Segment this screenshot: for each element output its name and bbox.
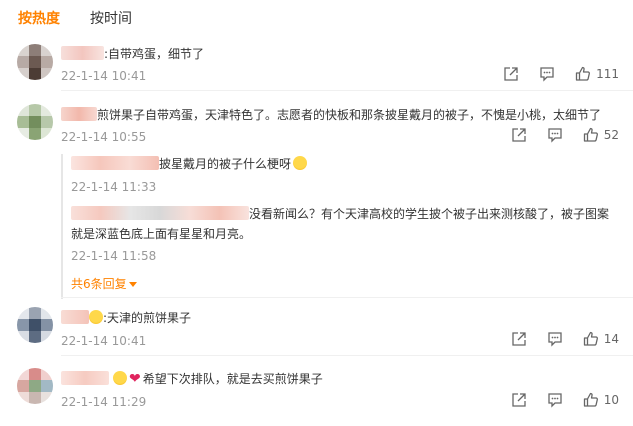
comment-item: :自带鸡蛋，细节了 22-1-14 10:41 111 [0, 40, 633, 90]
comment-item: 煎饼果子自带鸡蛋，天津特色了。志愿者的快板和那条披星戴月的被子，不愧是小桃，太细… [0, 102, 633, 299]
share-icon [512, 128, 526, 142]
like-icon [583, 331, 598, 346]
divider [61, 297, 633, 298]
username-blurred[interactable] [61, 310, 89, 324]
username-blurred[interactable] [71, 206, 249, 220]
more-replies-link[interactable]: 共6条回复 [71, 275, 137, 292]
like-icon [575, 66, 591, 81]
comment-icon [548, 393, 562, 408]
avatar[interactable] [17, 44, 53, 80]
comment-actions: 14 [511, 331, 619, 347]
comment-time: 22-1-14 11:29 [61, 395, 147, 409]
lol-emoji [89, 310, 103, 324]
like-icon [583, 127, 598, 142]
like-button[interactable]: 111 [575, 66, 619, 82]
comment-content: ❤ 希望下次排队，就是去买煎饼果子 [61, 371, 323, 387]
comment-item: :天津的煎饼果子 22-1-14 10:41 14 [0, 305, 633, 355]
comment-text: :自带鸡蛋，细节了 [104, 47, 205, 61]
comment-time: 22-1-14 10:55 [61, 130, 147, 144]
like-count: 111 [596, 67, 619, 81]
comment-text: :天津的煎饼果子 [103, 311, 192, 325]
reply-list: 披星戴月的被子什么梗呀 22-1-14 11:33 没看新闻么？有个天津高校的学… [61, 154, 611, 299]
more-replies-label: 共6条回复 [71, 277, 127, 291]
username-blurred[interactable] [71, 156, 159, 170]
comment-button[interactable] [547, 127, 563, 143]
crying-emoji [293, 156, 308, 170]
comment-actions: 111 [503, 66, 619, 82]
share-button[interactable] [511, 127, 527, 143]
heart-emoji: ❤ [129, 371, 141, 387]
like-count: 14 [603, 332, 619, 346]
sort-tabs: 按热度 按时间 [18, 10, 132, 30]
share-button[interactable] [503, 66, 519, 82]
lol-emoji [113, 371, 127, 385]
reply-content: 没看新闻么？有个天津高校的学生披个被子出来测核酸了，被子图案 [71, 206, 609, 222]
chevron-down-icon [128, 282, 137, 287]
divider [61, 355, 633, 356]
comment-actions: 52 [511, 127, 619, 143]
reply-text: 没看新闻么？有个天津高校的学生披个被子出来测核酸了，被子图案 [249, 207, 610, 221]
comment-icon [548, 128, 562, 143]
comment-icon [540, 67, 554, 82]
comment-button[interactable] [539, 66, 555, 82]
like-button[interactable]: 52 [583, 127, 619, 143]
comment-actions: 10 [511, 392, 619, 408]
share-icon [512, 393, 526, 407]
comment-text: 煎饼果子自带鸡蛋，天津特色了。志愿者的快板和那条披星戴月的被子，不愧是小桃，太细… [97, 108, 602, 122]
like-count: 52 [603, 128, 619, 142]
divider [61, 90, 633, 91]
reply-text: 披星戴月的被子什么梗呀 [159, 157, 292, 171]
comment-button[interactable] [547, 392, 563, 408]
avatar[interactable] [17, 368, 53, 404]
avatar[interactable] [17, 307, 53, 343]
username-blurred[interactable] [61, 46, 104, 60]
reply-time: 22-1-14 11:33 [71, 180, 157, 194]
like-count: 10 [603, 393, 619, 407]
comment-button[interactable] [547, 331, 563, 347]
like-icon [583, 392, 598, 407]
like-button[interactable]: 14 [583, 331, 619, 347]
reply-time: 22-1-14 11:58 [71, 249, 157, 263]
reply-content-cont: 就是深蓝色底上面有星星和月亮。 [71, 227, 252, 241]
share-icon [504, 67, 518, 81]
like-button[interactable]: 10 [583, 392, 619, 408]
comment-time: 22-1-14 10:41 [61, 69, 147, 83]
comment-icon [548, 332, 562, 347]
tab-by-time[interactable]: 按时间 [90, 10, 132, 30]
comment-item: ❤ 希望下次排队，就是去买煎饼果子 22-1-14 11:29 10 [0, 366, 633, 421]
comment-content: :自带鸡蛋，细节了 [61, 46, 204, 62]
comment-content: 煎饼果子自带鸡蛋，天津特色了。志愿者的快板和那条披星戴月的被子，不愧是小桃，太细… [61, 107, 601, 123]
comment-text: 希望下次排队，就是去买煎饼果子 [142, 372, 323, 386]
tab-by-hot[interactable]: 按热度 [18, 10, 60, 30]
share-button[interactable] [511, 392, 527, 408]
share-icon [512, 332, 526, 346]
avatar[interactable] [17, 104, 53, 140]
username-blurred[interactable] [61, 371, 109, 385]
comment-time: 22-1-14 10:41 [61, 334, 147, 348]
username-blurred[interactable] [61, 107, 97, 121]
reply-content: 披星戴月的被子什么梗呀 [71, 156, 308, 172]
comment-content: :天津的煎饼果子 [61, 310, 191, 326]
share-button[interactable] [511, 331, 527, 347]
